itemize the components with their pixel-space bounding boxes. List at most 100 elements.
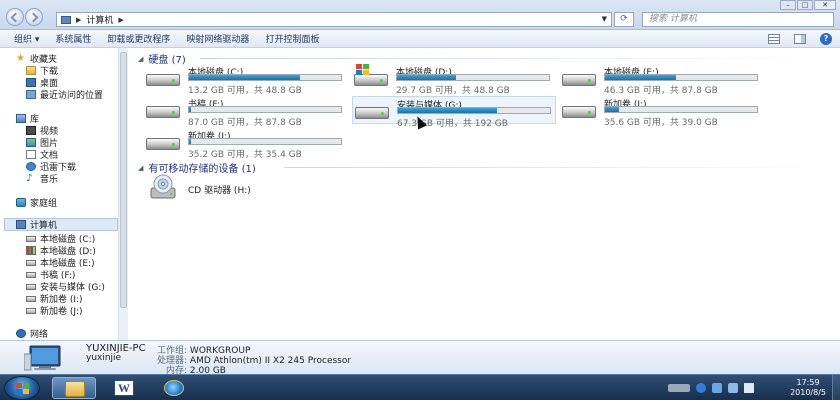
show-desktop-button[interactable]: [832, 375, 840, 400]
drive-tile-j[interactable]: 新加卷 (J:) 35.2 GB 可用，共 35.4 GB: [146, 128, 346, 160]
drive-tile-f[interactable]: 书稿 (F:) 87.0 GB 可用，共 87.8 GB: [146, 96, 346, 128]
drive-name: CD 驱动器 (H:): [188, 186, 251, 196]
hard-drive-icon: [26, 307, 36, 314]
nav-label: 计算机: [30, 221, 58, 231]
monitor-icon[interactable]: [728, 383, 738, 393]
navigation-pane: ★ 收藏夹 下载 桌面 最近访问的位置 库 视频 图片 文档 迅雷下载 ♪ 音乐…: [0, 48, 118, 340]
help-icon[interactable]: ?: [820, 33, 832, 45]
preview-pane-icon[interactable]: [794, 34, 806, 44]
usage-bar: [188, 74, 342, 81]
breadcrumb-arrow-icon[interactable]: ▶: [76, 16, 81, 24]
user-name: yuxinjie: [86, 353, 122, 363]
clock-date: 2010/8/5: [790, 388, 826, 397]
cd-drive-icon: [150, 174, 176, 199]
drive-space-info: 46.3 GB 可用，共 87.8 GB: [604, 86, 718, 96]
hard-drive-icon: [26, 235, 36, 242]
downloads-folder-icon: [26, 66, 36, 75]
network-icon[interactable]: [712, 383, 722, 393]
usage-bar: [397, 107, 551, 114]
nav-label: 家庭组: [30, 199, 58, 209]
music-icon: ♪: [26, 173, 33, 184]
nav-recent[interactable]: 最近访问的位置: [26, 88, 103, 101]
minimize-button[interactable]: –: [780, 0, 796, 10]
hard-drive-icon: [26, 271, 36, 278]
hard-drive-icon: [146, 74, 180, 86]
group-divider: [200, 58, 820, 59]
group-title: 有可移动存储的设备 (1): [148, 164, 256, 175]
taskbar-explorer-button[interactable]: [52, 377, 96, 399]
help-icon[interactable]: [696, 383, 706, 393]
scrollbar-thumb[interactable]: [120, 52, 127, 308]
hard-drive-icon: [355, 107, 389, 119]
drive-space-info: 87.0 GB 可用，共 87.8 GB: [188, 118, 302, 128]
battery-icon[interactable]: [668, 384, 690, 392]
ie-icon: [164, 380, 184, 396]
collapse-arrow-icon[interactable]: ◢: [138, 164, 143, 172]
drive-space-info: 35.2 GB 可用，共 35.4 GB: [188, 150, 302, 160]
open-control-panel-button[interactable]: 打开控制面板: [257, 32, 327, 45]
nav-label: 最近访问的位置: [40, 91, 104, 101]
details-pane: YUXINJIE-PC yuxinjie 工作组: WORKGROUP 处理器:…: [0, 340, 840, 376]
nav-drive-j[interactable]: 新加卷 (J:): [26, 304, 83, 317]
breadcrumb-arrow-icon[interactable]: ▶: [118, 16, 123, 24]
drive-tile-d[interactable]: 本地磁盘 (D:) 29.7 GB 可用，共 48.8 GB: [354, 64, 554, 96]
cd-drive-tile[interactable]: CD 驱动器 (H:): [146, 174, 346, 202]
drive-space-info: 13.2 GB 可用，共 48.8 GB: [188, 86, 302, 96]
view-options-icon[interactable]: [768, 34, 780, 44]
drive-tile-i[interactable]: 新加卷 (I:) 35.6 GB 可用，共 39.0 GB: [562, 96, 762, 128]
uninstall-program-button[interactable]: 卸载或更改程序: [99, 32, 178, 45]
search-input[interactable]: 搜索 计算机: [642, 12, 834, 27]
address-field[interactable]: ▶ 计算机 ▶ ▼: [56, 12, 612, 27]
drive-tile-g[interactable]: 安装与媒体 (G:) 67.3 GB 可用，共 192 GB: [352, 96, 556, 129]
document-icon: [26, 150, 36, 159]
hard-drive-icon: [146, 138, 180, 150]
star-icon: ★: [16, 53, 25, 64]
maximize-button[interactable]: □: [797, 0, 813, 10]
clock[interactable]: 17:59 2010/8/5: [790, 378, 826, 398]
nav-scrollbar[interactable]: [118, 48, 128, 340]
hard-drive-icon: [562, 74, 596, 86]
nav-computer[interactable]: 计算机: [4, 218, 118, 231]
map-network-drive-button[interactable]: 映射网络驱动器: [178, 32, 257, 45]
usage-fill: [605, 75, 677, 80]
refresh-button[interactable]: ⟳: [614, 12, 634, 27]
clock-time: 17:59: [796, 378, 820, 387]
removable-group-header[interactable]: ◢ 有可移动存储的设备 (1): [138, 160, 256, 176]
windows-logo-icon: [356, 64, 370, 76]
content-area: ◢ 硬盘 (7) 本地磁盘 (C:) 13.2 GB 可用，共 48.8 GB …: [128, 48, 840, 340]
usage-fill: [398, 108, 497, 113]
address-bar-area: ▶ 计算机 ▶ ▼ ⟳ 搜索 计算机 – □ ✕: [0, 0, 840, 30]
nav-music[interactable]: ♪ 音乐: [26, 172, 58, 186]
usage-bar: [604, 74, 758, 81]
nav-label: 新加卷 (J:): [40, 307, 83, 317]
collapse-arrow-icon[interactable]: ◢: [138, 55, 143, 63]
nav-homegroup[interactable]: 家庭组: [16, 196, 57, 209]
usage-bar: [188, 106, 342, 113]
system-properties-button[interactable]: 系统属性: [47, 32, 99, 45]
usage-bar: [396, 74, 550, 81]
recent-places-icon: [26, 90, 36, 99]
start-button[interactable]: [4, 376, 40, 400]
command-toolbar: 组织 ▾ 系统属性 卸载或更改程序 映射网络驱动器 打开控制面板 ?: [0, 30, 840, 48]
volume-icon[interactable]: [744, 383, 754, 393]
library-icon: [16, 114, 26, 123]
drive-tile-e[interactable]: 本地磁盘 (E:) 46.3 GB 可用，共 87.8 GB: [562, 64, 762, 96]
taskbar-ie-button[interactable]: [152, 377, 196, 399]
taskbar-word-button[interactable]: W: [102, 377, 146, 399]
back-button[interactable]: [6, 8, 24, 26]
hard-drive-icon: [146, 106, 180, 118]
nav-network[interactable]: 网络: [16, 327, 48, 340]
chevron-down-icon[interactable]: ▼: [602, 15, 607, 23]
forward-button[interactable]: [25, 8, 43, 26]
organize-button[interactable]: 组织 ▾: [0, 32, 47, 45]
window-controls: – □ ✕: [779, 0, 836, 10]
usage-bar: [604, 106, 758, 113]
close-button[interactable]: ✕: [814, 0, 836, 10]
drive-tile-c[interactable]: 本地磁盘 (C:) 13.2 GB 可用，共 48.8 GB: [146, 64, 346, 96]
usage-fill: [189, 75, 300, 80]
breadcrumb-computer[interactable]: 计算机: [86, 13, 113, 26]
system-drive-icon: [26, 246, 36, 255]
drive-space-info: 29.7 GB 可用，共 48.8 GB: [396, 86, 510, 96]
drive-space-info: 35.6 GB 可用，共 39.0 GB: [604, 118, 718, 128]
folder-icon: [65, 381, 85, 397]
